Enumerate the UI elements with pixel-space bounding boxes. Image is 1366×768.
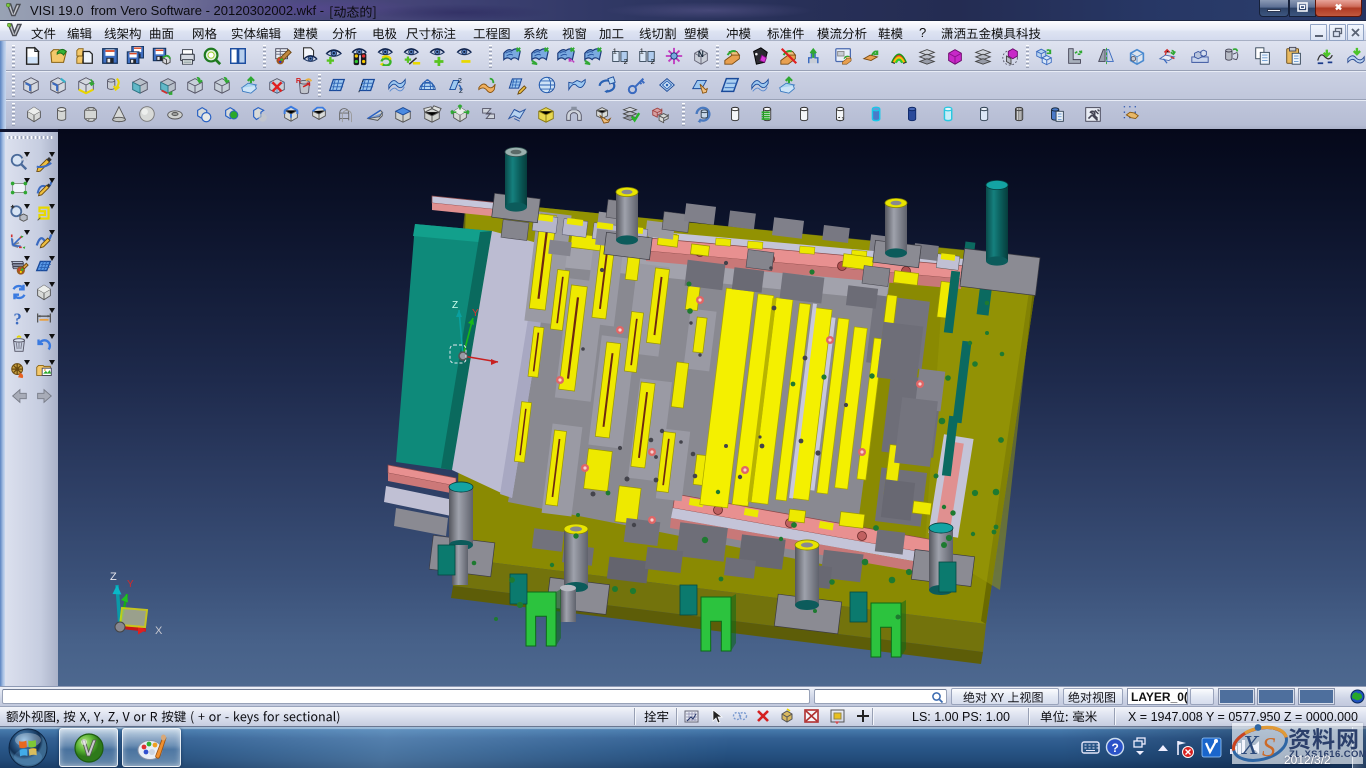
svg-text:?: ? xyxy=(1112,741,1119,755)
svg-text:Z: Z xyxy=(452,300,458,311)
svg-text:S: S xyxy=(1262,732,1276,762)
svg-text:Z: Z xyxy=(110,571,117,583)
svg-text:Y: Y xyxy=(127,579,134,590)
svg-text:Y: Y xyxy=(472,308,479,319)
svg-text:X: X xyxy=(1241,730,1260,760)
svg-text:X: X xyxy=(155,625,163,637)
